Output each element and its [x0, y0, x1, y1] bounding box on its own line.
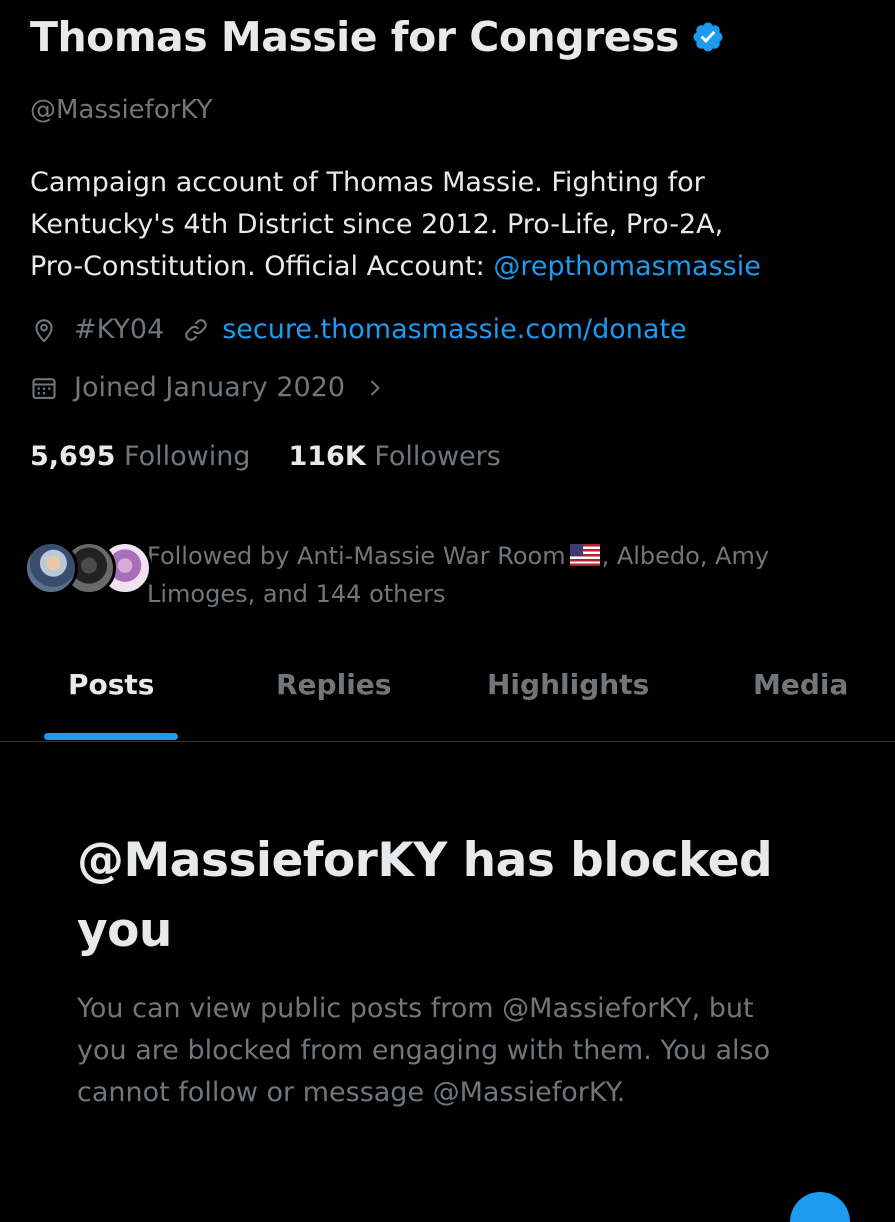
verified-badge-icon[interactable] — [691, 20, 725, 54]
following-count: 5,695 — [30, 441, 116, 472]
tab-highlights[interactable]: Highlights — [487, 668, 649, 701]
follower-avatars — [24, 537, 152, 601]
profile-tabs: Posts Replies Highlights Media — [0, 640, 895, 742]
bio-line: Kentucky's 4th District since 2012. Pro-… — [30, 209, 724, 240]
avatar — [24, 541, 78, 595]
followed-by-line: Followed by Anti-Massie War Room — [147, 542, 566, 570]
tab-media[interactable]: Media — [753, 668, 848, 701]
link-icon — [185, 318, 208, 341]
location-pin-icon — [35, 318, 53, 343]
blocked-title-line: @MassieforKY has blocked — [77, 833, 773, 888]
joined-text: Joined January 2020 — [74, 372, 346, 403]
followed-by-text: Followed by Anti-Massie War Room , Albed… — [147, 537, 769, 613]
profile-header: Thomas Massie for Congress — [30, 10, 725, 64]
blocked-title-line: you — [77, 903, 172, 958]
followed-by-line: Limoges, and 144 others — [147, 580, 446, 608]
following-link[interactable]: 5,695 Following — [30, 441, 250, 472]
followers-label: Followers — [374, 441, 501, 472]
profile-handle: @MassieforKY — [30, 95, 213, 125]
chevron-right-icon[interactable] — [363, 376, 387, 400]
us-flag-icon — [569, 544, 600, 566]
bio-line: Campaign account of Thomas Massie. Fight… — [30, 167, 705, 198]
active-tab-indicator — [44, 733, 178, 740]
followers-count: 116K — [288, 441, 366, 472]
display-name: Thomas Massie for Congress — [30, 13, 679, 61]
following-label: Following — [124, 441, 251, 472]
blocked-desc-line: cannot follow or message @MassieforKY. — [77, 1077, 626, 1108]
tab-replies[interactable]: Replies — [276, 668, 391, 701]
profile-location-row: #KY04 secure.thomasmassie.com/donate — [30, 314, 687, 345]
blocked-desc-line: You can view public posts from @Massiefo… — [77, 993, 754, 1024]
calendar-icon — [32, 377, 56, 399]
profile-stats: 5,695 Following 116K Followers — [30, 441, 501, 472]
official-account-link[interactable]: @repthomasmassie — [493, 251, 760, 282]
compose-button[interactable] — [790, 1192, 850, 1222]
blocked-desc-line: you are blocked from engaging with them.… — [77, 1035, 771, 1066]
tab-posts[interactable]: Posts — [68, 668, 154, 701]
blocked-description: You can view public posts from @Massiefo… — [77, 988, 877, 1114]
bio-text: Pro-Constitution. Official Account: — [30, 251, 494, 282]
profile-joined-row[interactable]: Joined January 2020 — [30, 372, 387, 403]
profile-bio: Campaign account of Thomas Massie. Fight… — [30, 162, 880, 288]
followed-by-section[interactable]: Followed by Anti-Massie War Room , Albed… — [24, 537, 769, 613]
location-text: #KY04 — [74, 314, 165, 345]
followed-by-line: , Albedo, Amy — [601, 542, 770, 570]
bio-line: Pro-Constitution. Official Account: @rep… — [30, 246, 880, 288]
followers-link[interactable]: 116K Followers — [288, 441, 500, 472]
website-link[interactable]: secure.thomasmassie.com/donate — [222, 314, 686, 345]
blocked-title: @MassieforKY has blocked you — [77, 826, 867, 966]
